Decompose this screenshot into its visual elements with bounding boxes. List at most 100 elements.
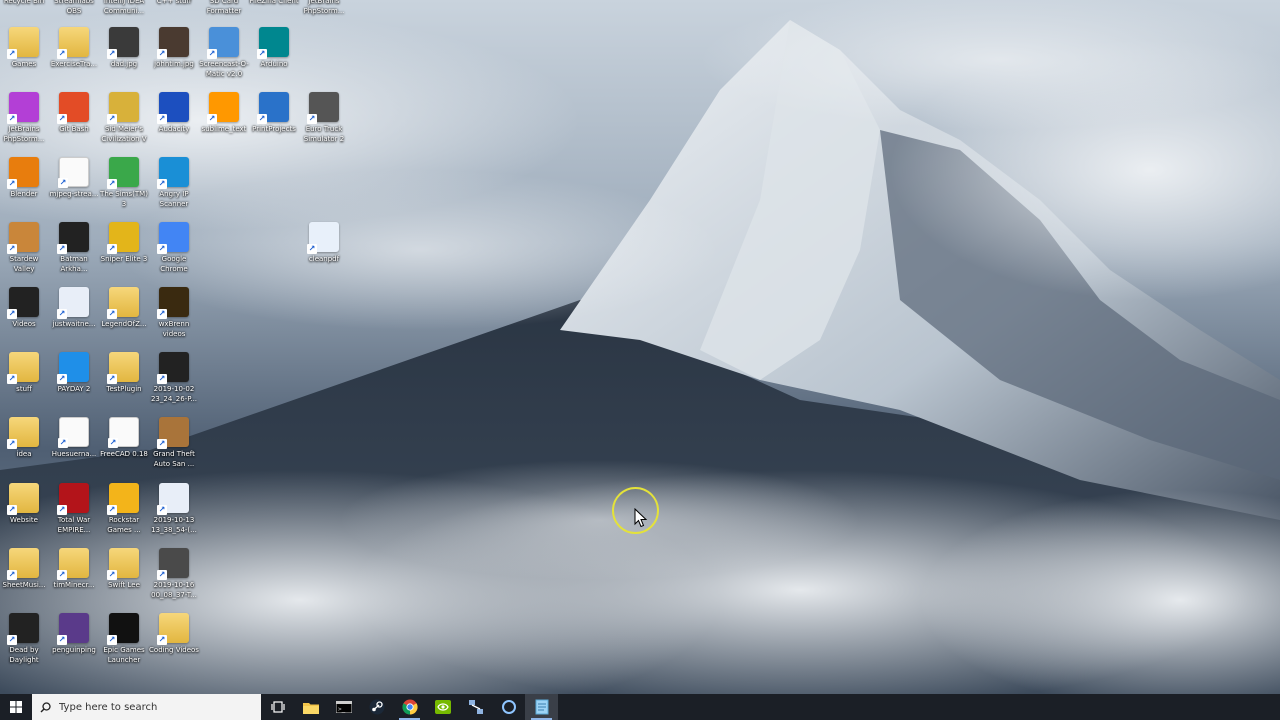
taskbar: >_ [0,694,1280,720]
desktop-icon[interactable]: Batman Arkha... [49,222,99,274]
folder-icon [57,27,89,59]
desktop-icon-label: PAYDAY 2 [57,385,91,393]
civilization-icon [107,92,139,124]
taskbar-chrome[interactable] [393,694,426,720]
desktop-icon[interactable]: Huesuerna... [49,417,99,459]
desktop-icon[interactable]: Euro Truck Simulator 2 [299,92,349,144]
desktop-icon[interactable]: 2019-10-13 13_38_54-(... [149,483,199,535]
desktop-icon-label: TestPlugin [106,385,142,393]
task-view-icon [270,701,285,713]
taskbar-terminal[interactable]: >_ [327,694,360,720]
folder-icon [157,287,189,319]
taskbar-file-explorer[interactable] [294,694,327,720]
desktop-icon-partial[interactable]: Streamlabs OBS [49,0,99,16]
desktop-icon[interactable]: penguinping [49,613,99,655]
desktop-icon-label: FileZilla Client [249,0,299,5]
stardew-icon [7,222,39,254]
desktop-icon-partial[interactable]: C++ stuff [149,0,199,6]
desktop-icon[interactable]: Google Chrome [149,222,199,274]
desktop-icon[interactable]: Videos [0,287,49,329]
search-box[interactable] [32,694,261,720]
desktop-icon[interactable]: 2019-10-16 00_08_37-T... [149,548,199,600]
desktop-icon-label: Euro Truck Simulator 2 [303,125,345,143]
desktop-icon[interactable]: justwaitne... [49,287,99,329]
desktop-icon[interactable]: Epic Games Launcher [99,613,149,665]
taskbar-nvidia[interactable] [426,694,459,720]
batman-icon [57,222,89,254]
desktop-icon-label: Google Chrome [160,255,188,273]
svg-text:>_: >_ [338,706,346,713]
desktop-icon[interactable]: mjpeg-strea... [49,157,99,199]
print-projects-icon [257,92,289,124]
desktop-icon-label: Videos [12,320,36,328]
chrome-icon [401,699,418,715]
desktop-icon[interactable]: sublime_text [199,92,249,134]
desktop-icon[interactable]: timMinecr... [49,548,99,590]
desktop-icon[interactable]: TestPlugin [99,352,149,394]
desktop-icon[interactable]: FreeCAD 0.18 [99,417,149,459]
desktop-icon[interactable]: idea [0,417,49,459]
desktop-icon[interactable]: Dead by Daylight [0,613,49,665]
desktop-icon[interactable]: wxBrenn videos [149,287,199,339]
desktop-icon[interactable]: Blender [0,157,49,199]
taskbar-task-view[interactable] [261,694,294,720]
desktop-icon-label: Sid Meier's Civilization V [101,125,147,143]
desktop-icon[interactable]: Rockstar Games ... [99,483,149,535]
desktop-icon[interactable]: Git Bash [49,92,99,134]
chrome-icon [157,222,189,254]
rockstar-icon [107,483,139,515]
desktop-icon[interactable]: Grand Theft Auto San ... [149,417,199,469]
desktop-icon[interactable]: stuff [0,352,49,394]
desktop-icon[interactable]: Audacity [149,92,199,134]
desktop-icon[interactable]: Coding Videos [149,613,199,655]
desktop-icon[interactable]: PAYDAY 2 [49,352,99,394]
dead-by-daylight-icon [7,613,39,645]
search-input[interactable] [59,701,249,713]
desktop-icon[interactable]: Games [0,27,49,69]
folder-icon [57,548,89,580]
website-folder-icon [7,483,39,515]
desktop-icon[interactable]: Sid Meier's Civilization V [99,92,149,144]
taskbar-notepad[interactable] [525,694,558,720]
desktop-icon-label: Batman Arkha... [60,255,88,273]
desktop-icon[interactable]: Sniper Elite 3 [99,222,149,264]
desktop-icon-label: Rockstar Games ... [107,516,141,534]
desktop-icon[interactable]: ExerciseTra... [49,27,99,69]
desktop-icon-label: Audacity [158,125,190,133]
taskbar-network-tool[interactable] [459,694,492,720]
desktop-icon[interactable]: Screencast-O-Matic v2.0 [199,27,249,79]
desktop-icon[interactable]: Arduino [249,27,299,69]
desktop-icon[interactable]: Angry IP Scanner [149,157,199,209]
desktop-icon[interactable]: LegendOfZ... [99,287,149,329]
desktop-icon[interactable]: PrintProjects [249,92,299,134]
desktop-icon[interactable]: Website [0,483,49,525]
desktop-icon-label: Recycle Bin [3,0,45,5]
folder-icon [107,548,139,580]
file-icon [58,157,89,188]
desktop-icon-label: Games [11,60,37,68]
cortana-icon [501,700,516,714]
desktop-icon[interactable]: cleanpdf [299,222,349,264]
desktop: Recycle Bin Streamlabs OBS IntelliJ IDEA C… [0,0,1280,694]
desktop-icon[interactable]: Stardew Valley [0,222,49,274]
start-button[interactable] [0,694,32,720]
desktop-icon[interactable]: 2019-10-02 23_24_26-P... [149,352,199,404]
taskbar-cortana[interactable] [492,694,525,720]
sniper-icon [107,222,139,254]
taskbar-steam[interactable] [360,694,393,720]
desktop-icon-partial[interactable]: SD Card Formatter [199,0,249,16]
screenshot-icon [157,483,189,515]
windows-logo-icon [10,701,22,713]
desktop-icon[interactable]: dad.jpg [99,27,149,69]
desktop-icon[interactable]: The Sims(TM) 3 [99,157,149,209]
desktop-icon-partial[interactable]: JetBrains PhpStorm... [299,0,349,16]
desktop-icon[interactable]: SheetMusi... [0,548,49,590]
desktop-icon[interactable]: Swift Lee [99,548,149,590]
desktop-icon-partial[interactable]: Recycle Bin [0,0,49,6]
desktop-icon-partial[interactable]: FileZilla Client [249,0,299,6]
desktop-icon[interactable]: Total War EMPIRE... [49,483,99,535]
desktop-icon[interactable]: johntim.jpg [149,27,199,69]
phpstorm-icon [7,92,39,124]
desktop-icon-partial[interactable]: IntelliJ IDEA Communi... [99,0,149,16]
desktop-icon[interactable]: JetBrains PhpStorm... [0,92,49,144]
